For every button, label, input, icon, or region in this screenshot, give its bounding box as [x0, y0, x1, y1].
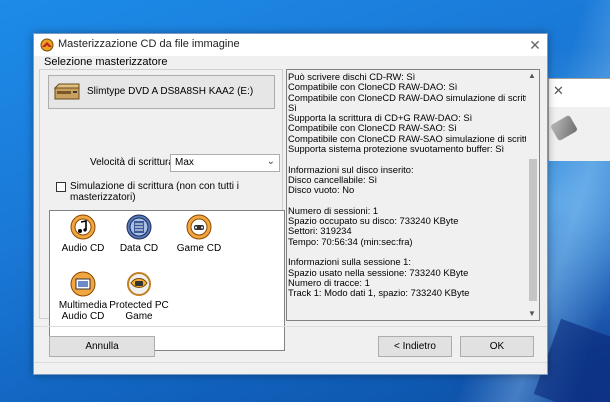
nero-burn-icon: [40, 38, 54, 52]
protected-game-icon: [127, 272, 151, 296]
chevron-down-icon: ⌄: [266, 156, 275, 167]
optical-drive-icon: [54, 83, 80, 100]
recorder-group-label: Selezione masterizzatore: [44, 56, 168, 68]
ok-button[interactable]: OK: [460, 336, 534, 357]
scroll-thumb[interactable]: [529, 159, 537, 301]
button-separator: [34, 326, 547, 327]
back-button[interactable]: < Indietro: [378, 336, 452, 357]
cancel-button[interactable]: Annulla: [49, 336, 155, 357]
project-label-line2: Game: [125, 311, 153, 322]
project-protected-pc-game[interactable]: Protected PC Game: [107, 271, 171, 322]
info-line: Track 1: Modo dati 1, spazio: 733240 KBy…: [288, 287, 470, 299]
audio-cd-icon: [70, 214, 96, 240]
drive-select-button[interactable]: Slimtype DVD A DS8A8SH KAA2 (E:): [48, 75, 275, 109]
data-cd-icon: [126, 214, 152, 240]
info-scrollbar[interactable]: ▲ ▼: [527, 71, 539, 319]
recorder-panel: Slimtype DVD A DS8A8SH KAA2 (E:) Velocit…: [39, 69, 285, 351]
disc-info-text: Può scrivere dischi CD-RW: Sì Compatibile…: [288, 72, 526, 318]
info-line: Tempo: 70:56:34 (min:sec:fra): [288, 235, 413, 247]
project-label: Data CD: [119, 243, 159, 254]
project-data-cd[interactable]: Data CD: [107, 214, 171, 254]
project-type-list: Audio CD Data CD Game CD Multimedia Audi…: [49, 210, 285, 351]
project-game-cd[interactable]: Game CD: [167, 214, 231, 254]
scroll-down-icon[interactable]: ▼: [528, 309, 536, 318]
project-label-line2: Audio CD: [61, 311, 105, 322]
speed-dropdown[interactable]: Max ⌄: [170, 154, 280, 172]
background-window-body: [549, 107, 610, 161]
project-audio-cd[interactable]: Audio CD: [51, 214, 115, 254]
scroll-up-icon[interactable]: ▲: [528, 71, 536, 80]
title-bar[interactable]: Masterizzazione CD da file immagine ✕: [34, 34, 547, 56]
project-multimedia-audio-cd[interactable]: Multimedia Audio CD: [51, 271, 115, 322]
speed-label: Velocità di scrittura:: [90, 157, 177, 168]
speed-value: Max: [175, 157, 194, 168]
simulation-label: Simulazione di scrittura (non con tutti …: [70, 181, 239, 203]
project-label-line1: Protected PC: [109, 300, 169, 311]
background-window-close-icon[interactable]: ✕: [553, 83, 564, 99]
window-title: Masterizzazione CD da file immagine: [58, 38, 240, 50]
project-label-line1: Multimedia: [58, 300, 108, 311]
info-line: Compatibile con CloneCD RAW-DAO simulazi…: [288, 91, 526, 103]
usb-drive-icon: [549, 114, 579, 142]
multimedia-icon: [70, 271, 96, 297]
simulation-checkbox[interactable]: [56, 182, 66, 192]
project-label: Audio CD: [61, 243, 105, 254]
burn-image-dialog: Masterizzazione CD da file immagine ✕ Se…: [33, 33, 548, 375]
close-icon[interactable]: ✕: [524, 35, 546, 55]
drive-label: Slimtype DVD A DS8A8SH KAA2 (E:): [87, 86, 254, 97]
info-line: Disco vuoto: No: [288, 184, 355, 196]
disc-info-panel[interactable]: Può scrivere dischi CD-RW: Sì Compatibile…: [286, 69, 540, 321]
project-label: Game CD: [176, 243, 222, 254]
game-cd-icon: [186, 214, 212, 240]
info-line: Supporta sistema protezione svuotamento …: [288, 143, 505, 155]
background-window[interactable]: ✕: [548, 78, 610, 161]
status-bar: [34, 362, 547, 374]
